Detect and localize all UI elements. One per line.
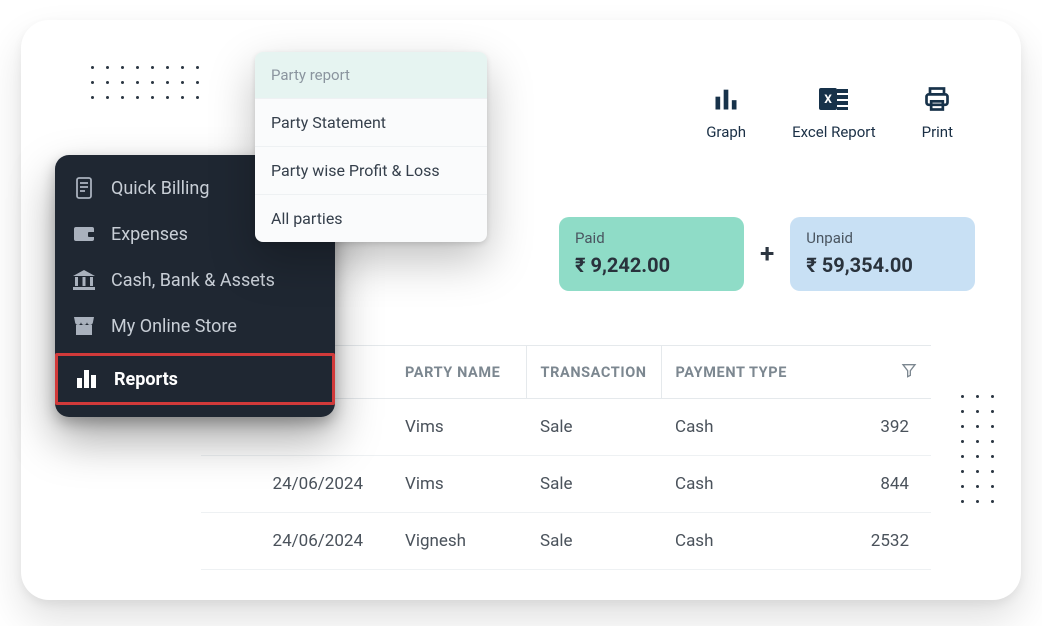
table-row[interactable]: 24/06/2024 Vignesh Sale Cash 2532: [201, 513, 931, 570]
graph-action[interactable]: Graph: [706, 85, 746, 141]
cell-transaction: Sale: [526, 513, 661, 570]
print-label: Print: [922, 123, 953, 141]
paid-tile: Paid ₹ 9,242.00: [559, 217, 744, 291]
unpaid-label: Unpaid: [806, 229, 959, 247]
top-actions: Graph X Excel Report Print: [706, 85, 953, 141]
cell-date: 24/06/2024: [201, 456, 391, 513]
col-transaction[interactable]: TRANSACTION: [526, 346, 661, 399]
graph-label: Graph: [706, 123, 746, 141]
printer-icon: [922, 85, 952, 113]
cell-amount: 844: [851, 456, 931, 513]
cell-payment: Cash: [661, 399, 851, 456]
popover-item-all-parties[interactable]: All parties: [255, 194, 487, 242]
sidebar-item-my-online-store[interactable]: My Online Store: [55, 303, 335, 349]
decorative-dots-top-left: [91, 66, 199, 99]
bank-icon: [73, 269, 95, 291]
print-action[interactable]: Print: [922, 85, 953, 141]
plus-separator: +: [760, 239, 774, 269]
unpaid-tile: Unpaid ₹ 59,354.00: [790, 217, 975, 291]
cell-party: Vims: [391, 456, 526, 513]
sidebar-item-label: Expenses: [111, 224, 188, 245]
cell-party: Vims: [391, 399, 526, 456]
decorative-dots-right: [961, 395, 994, 503]
paid-value: ₹ 9,242.00: [575, 253, 728, 277]
cell-party: Vignesh: [391, 513, 526, 570]
bar-chart-icon: [712, 85, 740, 113]
bar-chart-icon: [76, 368, 98, 390]
paid-label: Paid: [575, 229, 728, 247]
cell-date: 24/06/2024: [201, 513, 391, 570]
popover-item-party-profit-loss[interactable]: Party wise Profit & Loss: [255, 146, 487, 194]
unpaid-value: ₹ 59,354.00: [806, 253, 959, 277]
col-amount[interactable]: [851, 346, 931, 399]
cell-transaction: Sale: [526, 456, 661, 513]
popover-item-party-statement[interactable]: Party Statement: [255, 98, 487, 146]
store-icon: [73, 315, 95, 337]
party-report-popover: Party report Party Statement Party wise …: [255, 52, 487, 242]
cell-amount: 2532: [851, 513, 931, 570]
popover-header: Party report: [255, 52, 487, 98]
sidebar-item-label: Cash, Bank & Assets: [111, 270, 275, 291]
cell-payment: Cash: [661, 456, 851, 513]
cell-payment: Cash: [661, 513, 851, 570]
sidebar-item-label: Quick Billing: [111, 178, 209, 199]
filter-icon[interactable]: [901, 362, 917, 382]
sidebar-item-cash-bank-assets[interactable]: Cash, Bank & Assets: [55, 257, 335, 303]
excel-icon: X: [819, 85, 849, 113]
excel-report-label: Excel Report: [792, 123, 876, 141]
cell-transaction: Sale: [526, 399, 661, 456]
excel-report-action[interactable]: X Excel Report: [792, 85, 876, 141]
col-payment-type-label: PAYMENT TYPE: [676, 364, 787, 381]
summary-tiles: Paid ₹ 9,242.00 + Unpaid ₹ 59,354.00: [559, 217, 975, 291]
table-row[interactable]: 24/06/2024 Vims Sale Cash 844: [201, 456, 931, 513]
receipt-icon: [73, 177, 95, 199]
sidebar-item-label: Reports: [114, 369, 178, 390]
sidebar-item-label: My Online Store: [111, 316, 237, 337]
cell-amount: 392: [851, 399, 931, 456]
col-payment-type[interactable]: PAYMENT TYPE: [661, 346, 851, 399]
sidebar-item-reports[interactable]: Reports: [55, 353, 335, 405]
wallet-icon: [73, 223, 95, 245]
svg-text:X: X: [824, 92, 832, 106]
col-party-name[interactable]: PARTY NAME: [391, 346, 526, 399]
